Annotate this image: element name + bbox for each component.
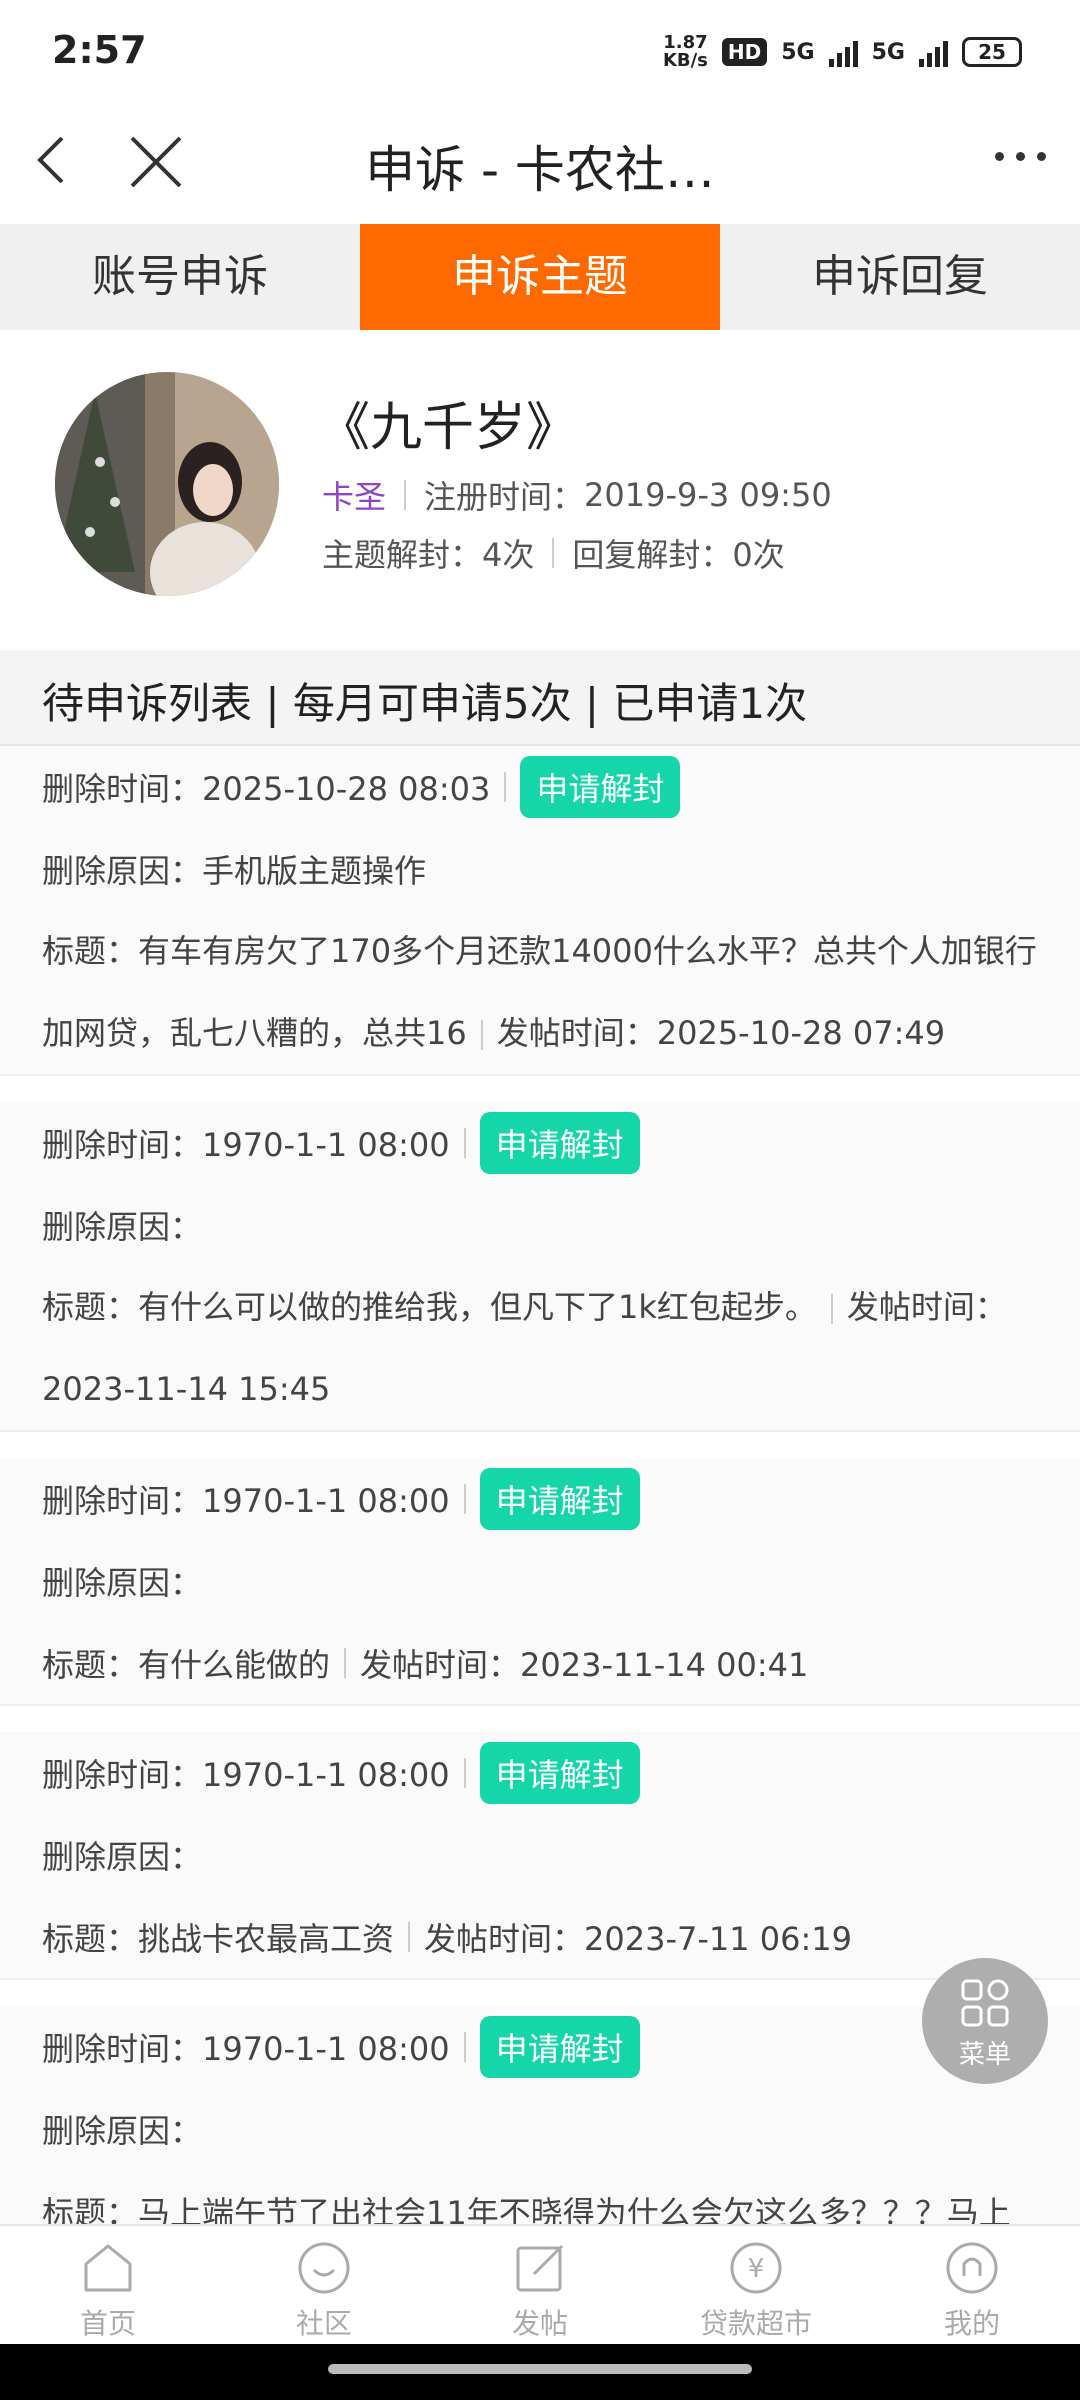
nav-community[interactable]: 社区	[216, 2226, 432, 2346]
reply-unblock-count: 回复解封：0次	[572, 536, 785, 574]
profile-meta: 卡圣 注册时间： 2019-9-3 09:50	[322, 472, 832, 518]
appeal-list: 删除时间：2025-10-28 08:03 申请解封 删除原因：手机版主题操作 标…	[0, 746, 1080, 2280]
avatar	[55, 372, 279, 596]
delete-reason: 删除原因：	[42, 1208, 203, 1246]
status-time: 2:57	[52, 28, 147, 72]
system-nav-bar	[0, 2344, 1080, 2400]
network-speed: 1.87 KB/s	[662, 32, 708, 71]
post-icon	[516, 2244, 564, 2292]
delete-time: 删除时间：1970-1-1 08:00	[42, 1126, 450, 1164]
topic-unblock-count: 主题解封：4次	[322, 536, 535, 574]
grid-menu-icon	[961, 1979, 1009, 2027]
tab-account-appeal[interactable]: 账号申诉	[0, 224, 360, 330]
list-item: 删除时间：1970-1-1 08:00 申请解封 删除原因： 标题：有什么可以做的…	[0, 1102, 1080, 1432]
delete-reason: 删除原因：	[42, 2112, 203, 2150]
status-bar: 2:57 1.87 KB/s HD 5G 5G 25	[0, 0, 1080, 100]
more-dots-icon	[995, 152, 1004, 161]
signal-icon	[828, 37, 858, 67]
list-item: 删除时间：2025-10-28 08:03 申请解封 删除原因：手机版主题操作 标…	[0, 746, 1080, 1076]
profile-stats: 主题解封：4次 回复解封：0次	[322, 530, 785, 576]
post-time: 发帖时间：2023-11-14 00:41	[360, 1646, 809, 1684]
profile-icon	[946, 2242, 998, 2294]
register-time: 2019-9-3 09:50	[584, 476, 832, 514]
delete-time: 删除时间：1970-1-1 08:00	[42, 1482, 450, 1520]
delete-time: 删除时间：1970-1-1 08:00	[42, 2030, 450, 2068]
delete-time: 删除时间：2025-10-28 08:03	[42, 770, 491, 808]
post-title[interactable]: 标题：挑战卡农最高工资	[42, 1914, 394, 1960]
delete-time: 删除时间：1970-1-1 08:00	[42, 1756, 450, 1794]
appeal-list-header: 待申诉列表 | 每月可申请5次 | 已申请1次	[0, 650, 1080, 746]
hd-badge: HD	[721, 38, 768, 66]
chevron-left-icon	[37, 136, 64, 184]
register-label: 注册时间：	[424, 478, 585, 516]
tab-bar: 账号申诉 申诉主题 申诉回复	[0, 224, 1080, 330]
back-button[interactable]	[24, 130, 84, 190]
close-icon	[130, 136, 182, 188]
net-label-2: 5G	[871, 39, 905, 65]
nav-loan-market[interactable]: ¥ 贷款超市	[648, 2226, 864, 2346]
post-time: 发帖时间：2025-10-28 07:49	[496, 1014, 946, 1052]
more-options-button[interactable]	[995, 152, 1046, 161]
apply-unblock-button[interactable]: 申请解封	[479, 1468, 640, 1530]
tab-topic-appeal[interactable]: 申诉主题	[360, 224, 720, 330]
signal-icon-2	[919, 37, 948, 67]
home-indicator[interactable]	[328, 2364, 752, 2374]
profile-name: 《九千岁》	[318, 398, 579, 458]
loan-market-icon: ¥	[730, 2242, 782, 2294]
community-icon	[298, 2242, 350, 2294]
profile-nickname[interactable]: 卡圣	[322, 472, 386, 518]
post-time: 发帖时间：2023-7-11 06:19	[424, 1920, 853, 1958]
profile-card: 《九千岁》 卡圣 注册时间： 2019-9-3 09:50 主题解封：4次 回复…	[0, 330, 1080, 650]
nav-profile[interactable]: 我的	[864, 2226, 1080, 2346]
apply-unblock-button[interactable]: 申请解封	[479, 2016, 640, 2078]
list-item: 删除时间：1970-1-1 08:00 申请解封 删除原因： 标题：挑战卡农最高工…	[0, 1732, 1080, 1980]
delete-reason: 删除原因：	[42, 1564, 203, 1602]
menu-fab-label: 菜单	[958, 2040, 1011, 2070]
list-item: 删除时间：1970-1-1 08:00 申请解封 删除原因： 标题：有什么能做的发…	[0, 1458, 1080, 1706]
close-button[interactable]	[122, 128, 190, 196]
delete-reason: 删除原因：手机版主题操作	[42, 852, 427, 890]
nav-home[interactable]: 首页	[0, 2226, 216, 2346]
delete-reason: 删除原因：	[42, 1838, 203, 1876]
appeal-list-header-text: 待申诉列表 | 每月可申请5次 | 已申请1次	[42, 679, 808, 728]
nav-post[interactable]: 发帖	[432, 2226, 648, 2346]
tab-reply-appeal[interactable]: 申诉回复	[720, 224, 1080, 330]
apply-unblock-button[interactable]: 申请解封	[520, 756, 681, 818]
net-label-1: 5G	[781, 39, 815, 65]
battery-icon: 25	[962, 37, 1022, 67]
home-icon	[84, 2244, 132, 2292]
post-title[interactable]: 标题：有什么能做的	[42, 1640, 330, 1686]
post-title[interactable]: 标题：有什么可以做的推给我，但凡下了1k红包起步。	[42, 1288, 817, 1326]
bottom-nav: 首页 社区 发帖 ¥ 贷款超市 我的	[0, 2224, 1080, 2346]
title-bar: 申诉 - 卡农社…	[0, 100, 1080, 224]
list-item: 删除时间：1970-1-1 08:00 申请解封 删除原因： 标题：马上端午节了出…	[0, 2006, 1080, 2254]
apply-unblock-button[interactable]: 申请解封	[479, 1742, 640, 1804]
status-icons: 1.87 KB/s HD 5G 5G 25	[663, 34, 1022, 70]
apply-unblock-button[interactable]: 申请解封	[479, 1112, 640, 1174]
menu-fab[interactable]: 菜单	[922, 1958, 1048, 2084]
svg-text:¥: ¥	[748, 2254, 765, 2284]
